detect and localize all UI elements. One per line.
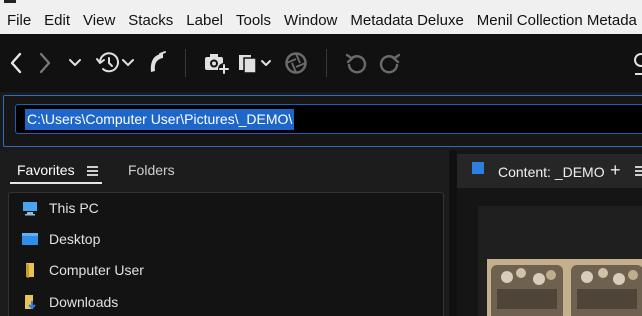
recent-folders-button[interactable] xyxy=(66,48,84,78)
rotate-right-button[interactable] xyxy=(376,48,402,78)
camera-add-icon xyxy=(205,54,230,75)
desktop-icon xyxy=(22,233,38,245)
menu-bar: File Edit View Stacks Label Tools Window… xyxy=(0,8,642,34)
toolbar-separator xyxy=(326,49,327,77)
menu-window[interactable]: Window xyxy=(277,8,343,34)
favorites-list: This PC Desktop Computer User Downloads xyxy=(8,192,444,316)
content-grid xyxy=(478,206,642,316)
stereograph-image xyxy=(487,259,642,316)
thumbnail[interactable] xyxy=(487,259,642,316)
list-item[interactable]: Desktop xyxy=(9,227,443,251)
content-tab-bar: Content: _DEMO + xyxy=(457,154,642,188)
path-text-selected: C:\Users\Computer User\Pictures\_DEMO\ xyxy=(25,108,295,130)
refine-button[interactable] xyxy=(236,48,274,78)
copy-stack-icon xyxy=(239,55,271,74)
toolbar xyxy=(0,34,642,92)
history-clock-icon xyxy=(96,52,134,73)
rotate-left-button[interactable] xyxy=(344,48,370,78)
menu-tools[interactable]: Tools xyxy=(229,8,277,34)
tab-content[interactable]: Content: _DEMO xyxy=(498,163,605,181)
forward-button[interactable] xyxy=(35,48,55,78)
add-tab-button[interactable]: + xyxy=(610,159,621,181)
back-button[interactable] xyxy=(6,48,26,78)
tab-folders[interactable]: Folders xyxy=(128,161,175,179)
downloads-folder-icon xyxy=(25,295,36,310)
menu-stacks[interactable]: Stacks xyxy=(121,8,179,34)
aperture-icon xyxy=(285,52,307,74)
list-item[interactable]: Computer User xyxy=(9,258,443,282)
list-item-label: Computer User xyxy=(49,262,144,278)
list-item[interactable]: Downloads xyxy=(9,290,443,314)
content-panel: Content: _DEMO + xyxy=(457,150,642,316)
tab-favorites[interactable]: Favorites xyxy=(17,161,75,179)
computer-icon xyxy=(23,202,37,216)
menu-edit[interactable]: Edit xyxy=(37,8,76,34)
boomerang-icon xyxy=(150,51,166,72)
window-top-edge xyxy=(0,0,642,8)
menu-menil-collection-metadata[interactable]: Menil Collection Metada xyxy=(470,8,642,34)
history-button[interactable] xyxy=(95,48,137,78)
chevron-left-icon xyxy=(10,52,22,74)
content-menu-icon[interactable] xyxy=(635,166,642,176)
panel-tabs: Favorites Folders xyxy=(0,150,449,186)
active-tab-indicator xyxy=(10,182,102,184)
path-bar: C:\Users\Computer User\Pictures\_DEMO\ xyxy=(0,92,642,150)
menu-label[interactable]: Label xyxy=(179,8,229,34)
menu-view[interactable]: View xyxy=(76,8,121,34)
menu-metadata-deluxe[interactable]: Metadata Deluxe xyxy=(343,8,469,34)
chevron-down-icon xyxy=(69,59,81,66)
favorites-panel: Favorites Folders This PC Desktop Comput… xyxy=(0,150,449,316)
list-item[interactable]: This PC xyxy=(9,196,443,220)
folder-icon xyxy=(26,263,34,278)
content-panel-icon xyxy=(472,162,484,174)
chevron-right-icon xyxy=(39,52,51,74)
rotate-cw-icon xyxy=(379,53,401,74)
get-photos-button[interactable] xyxy=(203,48,231,78)
list-item-label: Downloads xyxy=(49,294,119,310)
list-item-label: Desktop xyxy=(49,231,101,247)
toolbar-separator xyxy=(185,49,186,77)
boomerang-button[interactable] xyxy=(146,48,168,78)
list-item-label: This PC xyxy=(49,200,99,216)
path-input[interactable]: C:\Users\Computer User\Pictures\_DEMO\ xyxy=(15,104,642,134)
panel-menu-icon[interactable] xyxy=(87,166,98,176)
search-icon[interactable] xyxy=(632,50,642,76)
panel-splitter[interactable] xyxy=(449,150,457,316)
open-in-camera-raw-button[interactable] xyxy=(284,48,308,78)
rotate-ccw-icon xyxy=(345,53,367,74)
menu-file[interactable]: File xyxy=(0,8,37,34)
